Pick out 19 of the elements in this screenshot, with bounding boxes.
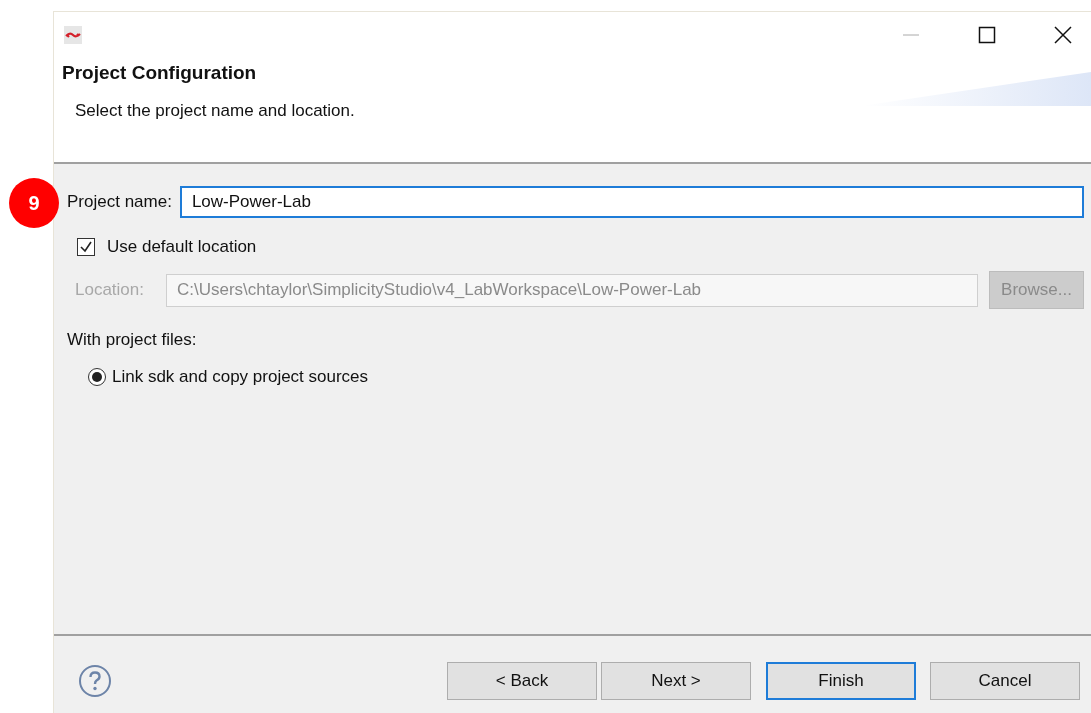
checkbox[interactable] xyxy=(77,238,95,256)
project-name-field[interactable]: Low-Power-Lab xyxy=(179,186,1084,218)
dialog-button[interactable]: Finish xyxy=(766,662,916,700)
page-description: Select the project name and location. xyxy=(75,101,356,121)
checkbox-label: Use default location xyxy=(107,237,257,257)
field-label: Project name: xyxy=(67,192,172,212)
page-title: Project Configuration xyxy=(62,62,258,84)
section-label: With project files: xyxy=(67,330,198,350)
help-icon[interactable] xyxy=(78,664,112,698)
dialog-button[interactable]: Next > xyxy=(601,662,751,700)
dialog-button[interactable]: Cancel xyxy=(930,662,1080,700)
radio-button[interactable] xyxy=(88,368,106,386)
step-badge: 9 xyxy=(9,178,59,228)
close-icon[interactable] xyxy=(1054,26,1072,44)
radio-label: Link sdk and copy project sources xyxy=(112,367,369,387)
logo-icon xyxy=(64,26,82,44)
field-label: Location: xyxy=(75,280,145,300)
dialog-button[interactable]: < Back xyxy=(447,662,597,700)
maximize-icon[interactable] xyxy=(978,26,996,44)
